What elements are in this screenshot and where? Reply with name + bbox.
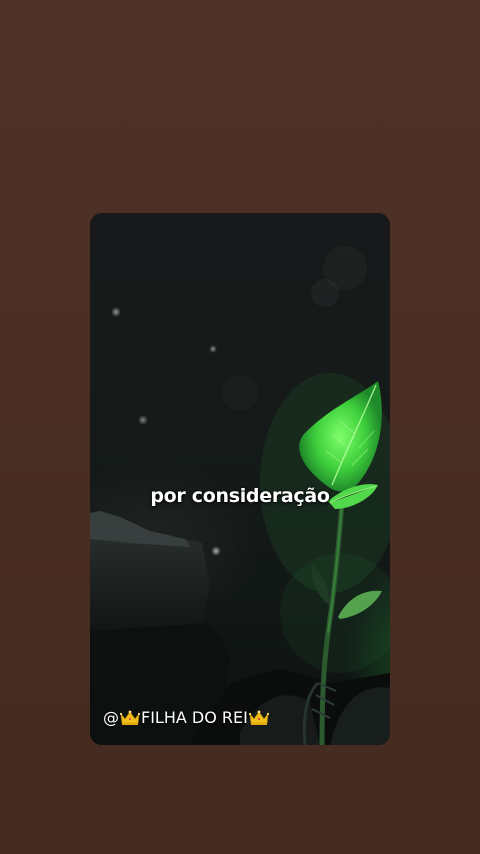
watermark-text: FILHA DO REI bbox=[141, 708, 248, 727]
crown-icon bbox=[119, 710, 141, 726]
watermark-prefix: @ bbox=[103, 708, 119, 727]
video-player[interactable]: por consideração @ FILHA DO REI bbox=[90, 213, 390, 745]
creator-watermark: @ FILHA DO REI bbox=[103, 708, 270, 727]
crown-icon bbox=[248, 710, 270, 726]
video-caption: por consideração bbox=[150, 485, 330, 507]
video-frame-sprout-image bbox=[90, 279, 390, 745]
